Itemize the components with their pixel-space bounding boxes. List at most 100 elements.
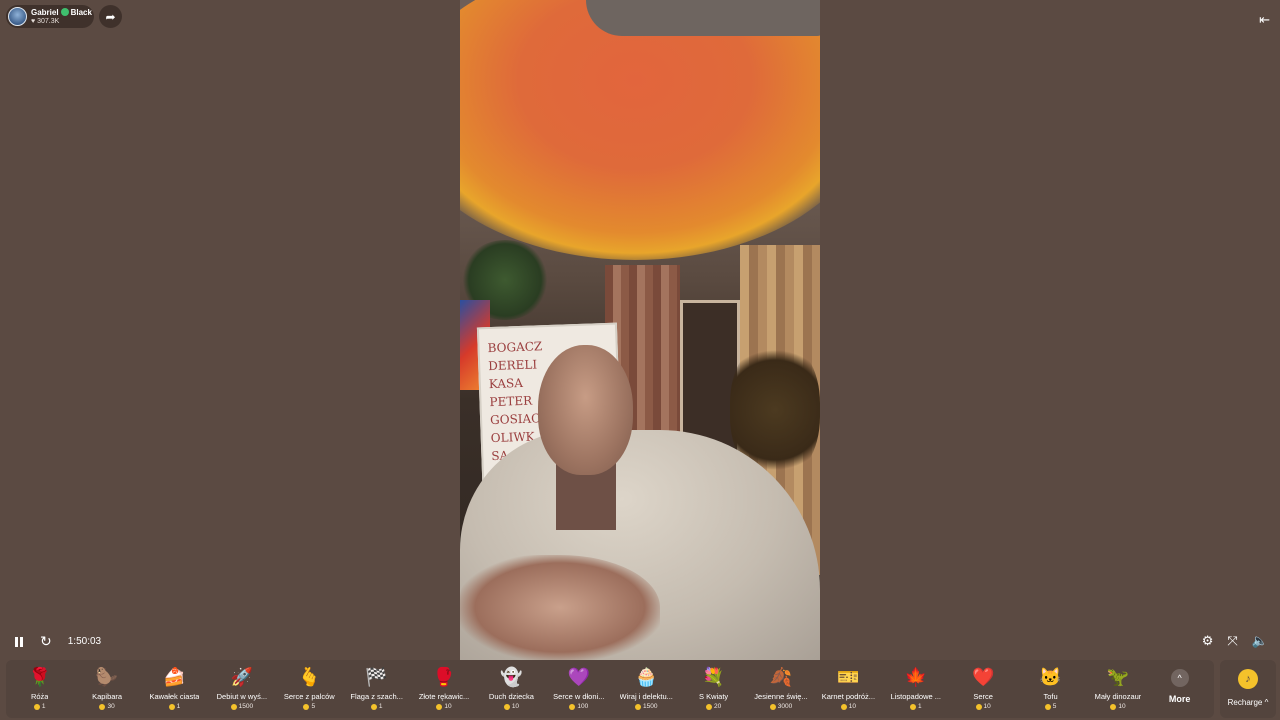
recharge-button[interactable]: ♪ Recharge ^ [1220, 660, 1276, 718]
gift-item[interactable]: 🧁 Wiraj i delektu... 1500 [613, 660, 680, 718]
gift-price: 1 [33, 703, 46, 710]
host-info-pill[interactable]: Gabriel Black ♥ 307.3K [6, 5, 94, 28]
gift-name: Złote rękawic... [418, 692, 470, 701]
collapse-button[interactable]: ⇤ [1259, 12, 1270, 28]
gift-price-value: 20 [713, 703, 722, 710]
host-likes: ♥ 307.3K [31, 17, 92, 26]
gift-price-value: 3000 [777, 703, 793, 710]
gift-price-value: 10 [1118, 703, 1126, 710]
gift-name: Kawałek ciasta [149, 692, 200, 701]
gift-price: 10 [840, 703, 856, 710]
whiteboard-line: GOSIAC [489, 411, 541, 428]
gift-item[interactable]: 🥊 Złote rękawic... 10 [410, 660, 477, 718]
coin-icon [975, 703, 982, 710]
coin-icon [370, 703, 377, 710]
gift-name: Serce [973, 692, 993, 701]
gift-icon: 🦫 [95, 667, 119, 687]
coin-icon [634, 703, 641, 710]
refresh-icon[interactable]: ↻ [40, 633, 52, 650]
gift-price-value: 10 [983, 703, 991, 710]
more-gifts-button[interactable]: ^ More [1152, 660, 1208, 718]
gift-icon: 🍂 [769, 667, 793, 687]
gift-price: 20 [705, 703, 722, 710]
gift-price-value: 1 [917, 703, 922, 710]
share-button[interactable]: ➦ [99, 5, 122, 28]
streamer-face [538, 345, 633, 475]
coin-icon [909, 703, 916, 710]
gift-name: S Kwiaty [699, 692, 729, 701]
gift-item[interactable]: 💜 Serce w dłoni... 100 [545, 660, 612, 718]
host-info: Gabriel Black ♥ 307.3K [31, 8, 92, 26]
gift-item[interactable]: 🏁 Flaga z szach... 1 [343, 660, 410, 718]
gift-name: Listopadowe ... [890, 692, 941, 701]
verified-badge-icon [60, 8, 69, 16]
gift-icon: 🧁 [634, 667, 658, 687]
gift-price: 1 [370, 703, 382, 710]
coin-icon [840, 703, 847, 710]
gift-name: Debiut w wyś... [216, 692, 268, 701]
player-controls-left: ↻ 1:50:03 [12, 633, 101, 650]
ceiling-light-glow [460, 0, 820, 260]
share-arrow-icon: ➦ [105, 9, 116, 24]
coin-icon [1110, 703, 1117, 710]
gift-price: 5 [1044, 703, 1056, 710]
gift-price-value: 1 [41, 703, 46, 710]
gift-item[interactable]: 🫰 Serce z palców 5 [276, 660, 343, 718]
gift-name: Wiraj i delektu... [619, 692, 673, 701]
coin-icon [436, 703, 443, 710]
host-likes-count: 307.3K [37, 17, 60, 25]
streamer-hands [460, 555, 660, 660]
live-video[interactable]: BOGACZDERELIKASAPETERGOSIACOLIWKSAJOASIA [460, 0, 820, 660]
coin-icon [705, 703, 712, 710]
gift-icon: 🚀 [230, 667, 254, 687]
gift-item[interactable]: 🦫 Kapibara 30 [73, 660, 140, 718]
gift-price: 10 [975, 703, 991, 710]
gift-price: 3000 [769, 703, 793, 710]
ceiling-lamp [586, 0, 820, 36]
gift-price-value: 10 [511, 703, 520, 710]
coin-icon: ♪ [1238, 669, 1258, 689]
gift-item[interactable]: 🌹 Róża 1 [6, 660, 73, 718]
volume-icon[interactable]: 🔈 [1252, 633, 1268, 649]
gift-item[interactable]: 🚀 Debiut w wyś... 1500 [208, 660, 275, 718]
gift-icon: 🎫 [837, 667, 860, 687]
gift-item[interactable]: 🦖 Mały dinozaur 10 [1084, 660, 1151, 718]
player-controls-right: ⚙ ⤧ 🔈 [1202, 633, 1268, 649]
gift-price: 30 [99, 703, 115, 710]
fullscreen-exit-icon[interactable]: ⤧ [1227, 633, 1237, 649]
gift-icon: 🥊 [432, 667, 456, 687]
gift-name: Mały dinozaur [1094, 692, 1142, 701]
settings-icon[interactable]: ⚙ [1202, 633, 1214, 649]
more-label: More [1168, 694, 1191, 704]
gift-item[interactable]: 🐱 Tofu 5 [1017, 660, 1084, 718]
gift-icon: 🦖 [1106, 667, 1130, 687]
gift-item[interactable]: 👻 Duch dziecka 10 [478, 660, 545, 718]
gift-price: 10 [436, 703, 452, 710]
whiteboard-line: BOGACZ [487, 339, 543, 356]
gift-icon: 🫰 [298, 667, 321, 687]
gift-name: Róża [30, 692, 49, 701]
gift-item[interactable]: 🍁 Listopadowe ... 1 [882, 660, 949, 718]
gift-price: 10 [1110, 703, 1126, 710]
gift-item[interactable]: 🍰 Kawałek ciasta 1 [141, 660, 208, 718]
gift-item[interactable]: 💐 S Kwiaty 20 [680, 660, 747, 718]
gift-icon: 🐱 [1039, 667, 1062, 687]
gift-price: 1 [168, 703, 180, 710]
gift-price-value: 1500 [642, 703, 658, 710]
coin-icon [769, 703, 776, 710]
gift-icon: 🍰 [163, 667, 186, 687]
gift-item[interactable]: 🍂 Jesienne świę... 3000 [747, 660, 814, 718]
whiteboard-line: PETER [489, 393, 533, 410]
gift-price-value: 10 [444, 703, 452, 710]
host-name: Gabriel Black [31, 8, 92, 17]
gift-item[interactable]: 🎫 Karnet podróż... 10 [815, 660, 882, 718]
gift-icon: ❤️ [971, 667, 995, 687]
gift-price-value: 100 [577, 703, 589, 710]
avatar[interactable] [8, 7, 27, 26]
pause-icon[interactable] [12, 635, 26, 649]
coin-icon [503, 703, 510, 710]
coin-icon [230, 703, 237, 710]
gift-price-value: 5 [311, 703, 316, 710]
gift-item[interactable]: ❤️ Serce 10 [949, 660, 1016, 718]
gift-icon: 🍁 [904, 667, 927, 687]
